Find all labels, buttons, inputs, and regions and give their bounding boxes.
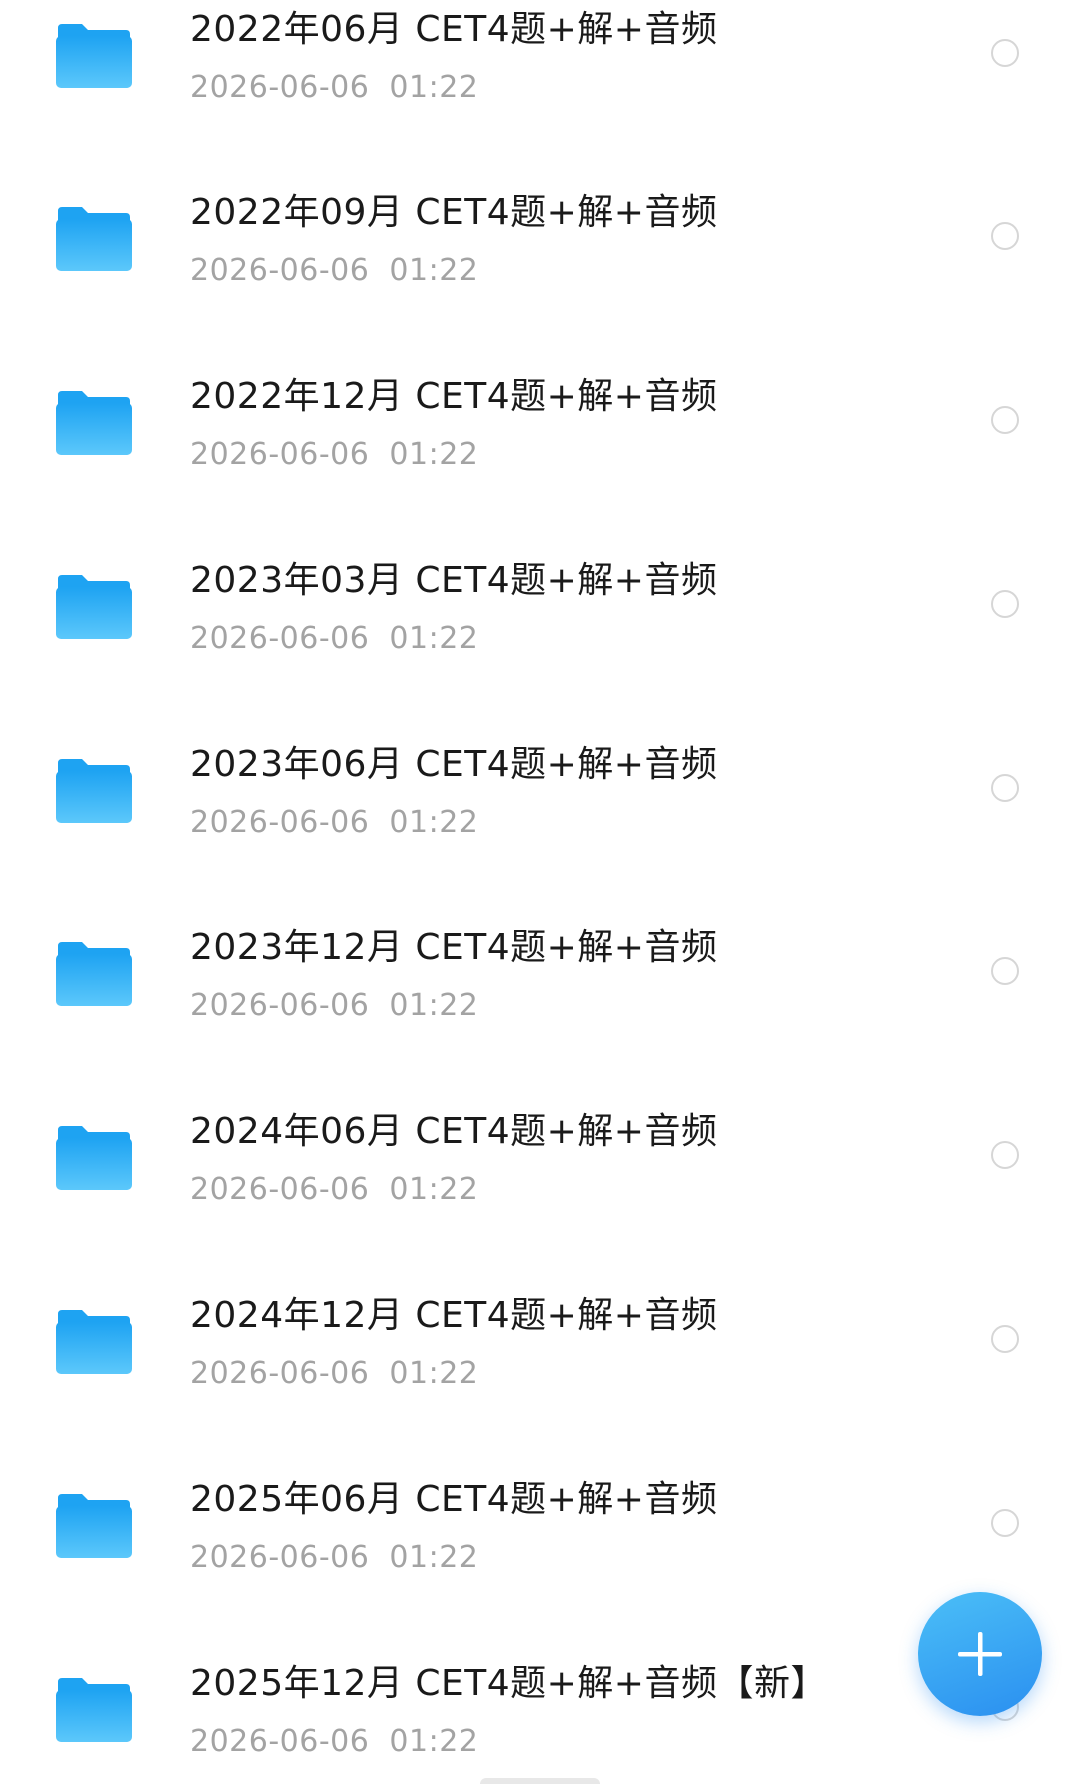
select-radio[interactable] xyxy=(991,1509,1019,1537)
folder-icon xyxy=(56,759,132,823)
folder-name: 2022年12月 CET4题+解+音频 xyxy=(190,376,718,417)
folder-date: 2026-06-06 01:22 xyxy=(190,437,479,472)
select-radio[interactable] xyxy=(991,406,1019,434)
folder-date: 2026-06-06 01:22 xyxy=(190,1172,479,1207)
select-radio[interactable] xyxy=(991,590,1019,618)
add-button[interactable] xyxy=(918,1592,1042,1716)
select-radio[interactable] xyxy=(991,1325,1019,1353)
folder-icon xyxy=(56,1310,132,1374)
select-radio[interactable] xyxy=(991,39,1019,67)
list-item[interactable]: 2022年12月 CET4题+解+音频 2026-06-06 01:22 xyxy=(0,375,1080,535)
folder-icon xyxy=(56,575,132,639)
list-item[interactable]: 2023年06月 CET4题+解+音频 2026-06-06 01:22 xyxy=(0,743,1080,903)
select-radio[interactable] xyxy=(991,957,1019,985)
select-radio[interactable] xyxy=(991,1141,1019,1169)
file-browser-screen: 2022年06月 CET4题+解+音频 2026-06-06 01:22 202… xyxy=(0,0,1080,1784)
folder-date: 2026-06-06 01:22 xyxy=(190,1724,479,1759)
select-radio[interactable] xyxy=(991,222,1019,250)
folder-icon xyxy=(56,942,132,1006)
folder-name: 2024年12月 CET4题+解+音频 xyxy=(190,1295,718,1336)
folder-icon xyxy=(56,1678,132,1742)
folder-name: 2025年06月 CET4题+解+音频 xyxy=(190,1479,718,1520)
folder-name: 2023年12月 CET4题+解+音频 xyxy=(190,927,718,968)
folder-date: 2026-06-06 01:22 xyxy=(190,805,479,840)
folder-name: 2023年06月 CET4题+解+音频 xyxy=(190,744,718,785)
folder-date: 2026-06-06 01:22 xyxy=(190,988,479,1023)
folder-name: 2022年09月 CET4题+解+音频 xyxy=(190,192,718,233)
folder-icon xyxy=(56,207,132,271)
folder-date: 2026-06-06 01:22 xyxy=(190,70,479,105)
folder-name: 2022年06月 CET4题+解+音频 xyxy=(190,9,718,50)
folder-name: 2024年06月 CET4题+解+音频 xyxy=(190,1111,718,1152)
folder-date: 2026-06-06 01:22 xyxy=(190,253,479,288)
folder-name: 2023年03月 CET4题+解+音频 xyxy=(190,560,718,601)
bottom-handle xyxy=(480,1778,600,1784)
list-item[interactable]: 2022年06月 CET4题+解+音频 2026-06-06 01:22 xyxy=(0,8,1080,168)
folder-date: 2026-06-06 01:22 xyxy=(190,621,479,656)
folder-date: 2026-06-06 01:22 xyxy=(190,1356,479,1391)
select-radio[interactable] xyxy=(991,774,1019,802)
list-item[interactable]: 2024年06月 CET4题+解+音频 2026-06-06 01:22 xyxy=(0,1110,1080,1270)
plus-icon xyxy=(958,1632,1002,1676)
folder-icon xyxy=(56,1494,132,1558)
list-item[interactable]: 2024年12月 CET4题+解+音频 2026-06-06 01:22 xyxy=(0,1294,1080,1454)
list-item[interactable]: 2022年09月 CET4题+解+音频 2026-06-06 01:22 xyxy=(0,191,1080,351)
folder-icon xyxy=(56,391,132,455)
list-item[interactable]: 2023年03月 CET4题+解+音频 2026-06-06 01:22 xyxy=(0,559,1080,719)
folder-icon xyxy=(56,24,132,88)
folder-name: 2025年12月 CET4题+解+音频【新】 xyxy=(190,1663,827,1704)
list-item[interactable]: 2023年12月 CET4题+解+音频 2026-06-06 01:22 xyxy=(0,926,1080,1086)
folder-icon xyxy=(56,1126,132,1190)
folder-date: 2026-06-06 01:22 xyxy=(190,1540,479,1575)
